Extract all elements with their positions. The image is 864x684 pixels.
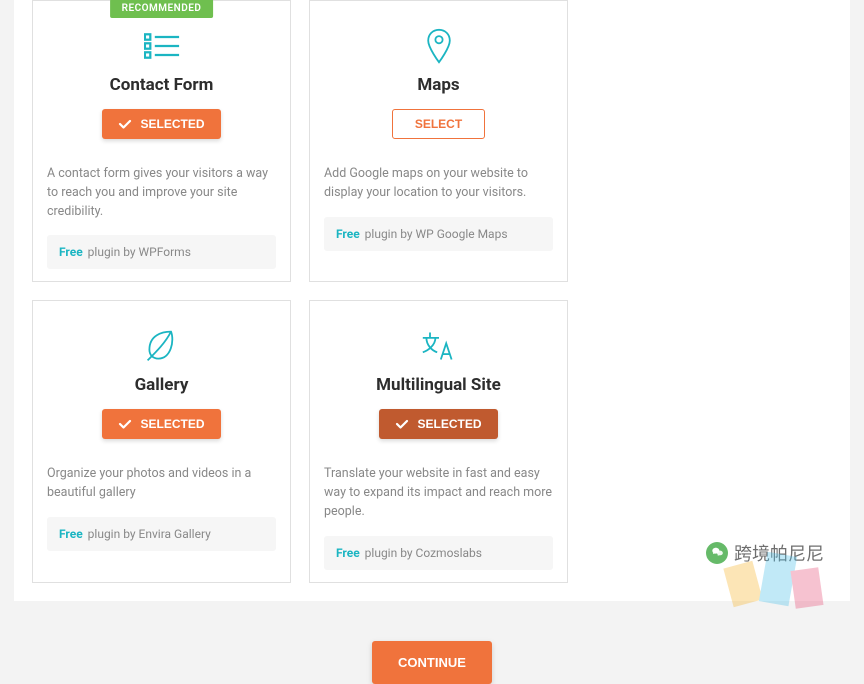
- card-top: Maps SELECT: [324, 25, 553, 155]
- check-icon: [395, 417, 409, 431]
- selected-button[interactable]: SELECTED: [379, 409, 497, 439]
- card-title: Multilingual Site: [324, 375, 553, 395]
- card-contact-form: RECOMMENDED Contact Form: [32, 0, 291, 282]
- watermark: 跨境帕尼尼: [706, 540, 824, 566]
- card-title: Contact Form: [47, 75, 276, 95]
- card-title: Gallery: [47, 375, 276, 395]
- card-top: Gallery SELECTED: [47, 325, 276, 455]
- free-label: Free: [59, 245, 83, 259]
- card-description: Translate your website in fast and easy …: [324, 455, 553, 535]
- free-label: Free: [336, 546, 360, 560]
- check-icon: [118, 417, 132, 431]
- plugin-by-text: plugin by Envira Gallery: [88, 527, 211, 541]
- plugin-info: Free plugin by Cozmoslabs: [324, 536, 553, 570]
- continue-button[interactable]: CONTINUE: [372, 641, 492, 684]
- free-label: Free: [336, 227, 360, 241]
- select-button[interactable]: SELECT: [392, 109, 485, 139]
- card-multilingual: Multilingual Site SELECTED Translate you…: [309, 300, 568, 582]
- card-maps: Maps SELECT Add Google maps on your webs…: [309, 0, 568, 282]
- card-top: Multilingual Site SELECTED: [324, 325, 553, 455]
- card-description: A contact form gives your visitors a way…: [47, 155, 276, 235]
- continue-wrapper: CONTINUE: [0, 601, 864, 684]
- card-description: Add Google maps on your website to displ…: [324, 155, 553, 217]
- leaf-icon: [47, 325, 276, 367]
- plugin-by-text: plugin by WP Google Maps: [365, 227, 508, 241]
- button-label: SELECT: [415, 117, 462, 131]
- button-label: SELECTED: [140, 117, 204, 131]
- plugin-by-text: plugin by Cozmoslabs: [365, 546, 482, 560]
- plugin-info: Free plugin by WPForms: [47, 235, 276, 269]
- recommended-badge: RECOMMENDED: [110, 0, 214, 18]
- plugin-info: Free plugin by Envira Gallery: [47, 517, 276, 551]
- plugin-by-text: plugin by WPForms: [88, 245, 191, 259]
- watermark-text: 跨境帕尼尼: [734, 540, 824, 566]
- button-label: SELECTED: [417, 417, 481, 431]
- translate-icon: [324, 325, 553, 367]
- form-icon: [47, 25, 276, 67]
- selected-button[interactable]: SELECTED: [102, 109, 220, 139]
- cards-container: RECOMMENDED Contact Form: [14, 0, 850, 601]
- card-description: Organize your photos and videos in a bea…: [47, 455, 276, 517]
- check-icon: [118, 117, 132, 131]
- white-panel: RECOMMENDED Contact Form: [14, 0, 850, 601]
- wechat-icon: [706, 542, 728, 564]
- plugin-info: Free plugin by WP Google Maps: [324, 217, 553, 251]
- button-label: SELECTED: [140, 417, 204, 431]
- card-title: Maps: [324, 75, 553, 95]
- card-top: Contact Form SELECTED: [47, 25, 276, 155]
- card-gallery: Gallery SELECTED Organize your photos an…: [32, 300, 291, 582]
- free-label: Free: [59, 527, 83, 541]
- selected-button[interactable]: SELECTED: [102, 409, 220, 439]
- map-pin-icon: [324, 25, 553, 67]
